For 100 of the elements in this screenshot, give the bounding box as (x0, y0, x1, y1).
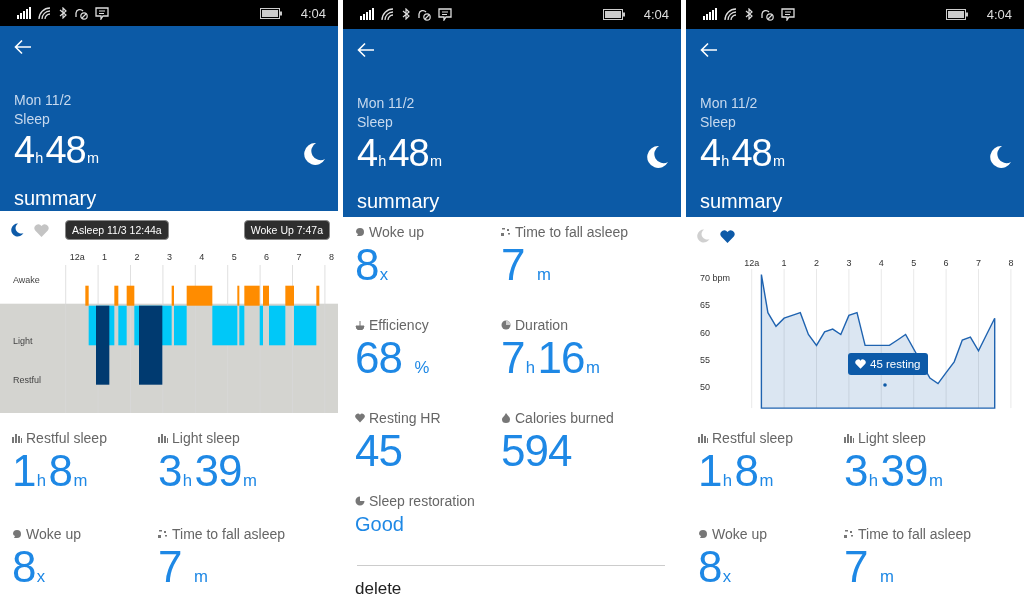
message-icon (438, 7, 452, 21)
clock-time: 4:04 (643, 6, 669, 22)
back-arrow-icon (14, 39, 32, 55)
battery-icon (602, 8, 625, 20)
message-icon (781, 7, 795, 21)
stat-label: Resting HR (369, 409, 441, 428)
page-title: Sleep (14, 110, 51, 129)
heart-toggle[interactable] (31, 221, 52, 239)
heart-icon (720, 229, 735, 243)
moon-icon (988, 144, 1012, 169)
battery-icon (945, 8, 968, 20)
moon-icon (697, 229, 710, 243)
back-arrow-icon (700, 41, 718, 58)
wifi-icon (381, 8, 395, 21)
section-title: summary (14, 186, 98, 211)
stat-label: Time to fall asleep (172, 525, 286, 544)
hour-label: 6 (264, 252, 270, 262)
stat-label: Light sleep (172, 429, 240, 448)
moon-icon (11, 223, 24, 237)
stat-label: Woke up (369, 223, 424, 242)
date-label: Mon 11/2 (700, 93, 759, 113)
date-label: Mon 11/2 (14, 91, 73, 110)
hour-label: 1 (781, 258, 787, 268)
wake-icon (12, 529, 22, 539)
hour-label: 3 (846, 258, 852, 268)
stat-label: Woke up (26, 525, 81, 544)
moon-icon (645, 144, 669, 169)
resting-point (883, 383, 887, 387)
bpm-label: 55 (700, 354, 710, 365)
hour-label: 12a (69, 252, 85, 262)
stat-label: Sleep restoration (369, 492, 475, 511)
latency-icon (844, 529, 854, 539)
bpm-label: 70 bpm (700, 273, 731, 284)
stat-label: Time to fall asleep (515, 223, 629, 242)
quiet-hours-icon (417, 7, 431, 21)
duration-icon (501, 320, 511, 330)
hour-label: 2 (134, 252, 140, 262)
restoration-icon (355, 496, 365, 506)
stat-label: Duration (515, 316, 568, 335)
hour-label: 7 (976, 258, 981, 268)
page-title: Sleep (357, 112, 394, 132)
heart-icon (34, 223, 49, 237)
date-label: Mon 11/2 (357, 93, 416, 113)
bars-icon (12, 433, 22, 443)
back-arrow-icon (357, 41, 375, 58)
stage-label: Restful (13, 375, 41, 385)
hour-label: 4 (199, 252, 205, 262)
bluetooth-icon (402, 8, 410, 21)
stat-label: Restful sleep (26, 429, 107, 448)
stat-label: Light sleep (858, 429, 926, 448)
signal-icon (360, 8, 374, 21)
bluetooth-icon (745, 8, 753, 21)
section-title: summary (357, 188, 441, 214)
hour-label: 3 (166, 252, 172, 262)
hour-label: 8 (328, 252, 334, 262)
hour-label: 6 (943, 258, 949, 268)
asleep-time-label: Asleep 11/3 12:44a (65, 220, 169, 240)
signal-icon (17, 7, 31, 19)
stat-label: Woke up (712, 525, 767, 544)
latency-icon (501, 227, 511, 237)
heart-icon (855, 359, 866, 369)
bluetooth-icon (59, 7, 67, 19)
battery-icon (259, 7, 282, 19)
hour-label: 8 (1008, 258, 1014, 268)
bars-icon (698, 433, 708, 443)
hour-label: 2 (814, 258, 819, 268)
bpm-label: 50 (700, 382, 710, 393)
stat-value: Good (355, 512, 405, 537)
wake-icon (355, 227, 365, 237)
stage-label: Light (13, 336, 33, 346)
tooltip-text: 45 resting (870, 357, 921, 371)
wake-icon (698, 529, 708, 539)
bars-icon (844, 433, 854, 443)
heart-toggle[interactable] (717, 227, 738, 245)
page-title: Sleep (700, 112, 737, 132)
hour-label: 5 (911, 258, 917, 268)
calories-icon (501, 413, 511, 423)
section-title: summary (700, 188, 784, 214)
hour-label: 7 (296, 252, 302, 262)
message-icon (95, 6, 109, 20)
stat-label: Restful sleep (712, 429, 793, 448)
start-time-label: 12a (744, 258, 760, 268)
clock-time: 4:04 (986, 6, 1012, 22)
stat-label: Time to fall asleep (858, 525, 972, 544)
bpm-label: 60 (700, 327, 710, 338)
stat-value: 594 (501, 428, 573, 474)
wake-time-label: Woke Up 7:47a (243, 220, 330, 240)
stage-label: Awake (13, 275, 40, 285)
hour-label: 5 (231, 252, 237, 262)
hour-label: 1 (102, 252, 108, 262)
hour-label: 4 (878, 258, 884, 268)
efficiency-icon (355, 320, 365, 330)
bars-icon (158, 433, 168, 443)
moon-icon (302, 142, 326, 166)
latency-icon (158, 529, 168, 539)
heart-icon (355, 413, 365, 423)
bpm-label: 65 (700, 300, 710, 311)
signal-icon (703, 8, 717, 21)
delete-button[interactable]: delete (355, 578, 402, 600)
stat-label: Calories burned (515, 409, 614, 428)
